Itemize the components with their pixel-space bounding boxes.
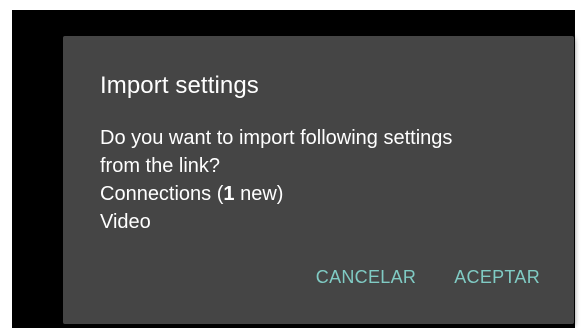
dialog-message: Do you want to import following settings… — [100, 124, 550, 236]
message-line-1: Do you want to import following settings — [100, 127, 453, 149]
message-line-2: from the link? — [100, 155, 221, 177]
cancel-button[interactable]: CANCELAR — [316, 267, 416, 288]
dialog-title: Import settings — [100, 72, 259, 99]
connections-item: Connections (1 new) — [100, 180, 550, 208]
connections-prefix: Connections ( — [100, 183, 224, 205]
dialog-actions: CANCELAR ACEPTAR — [316, 267, 540, 288]
connections-count: 1 — [223, 183, 235, 205]
accept-button[interactable]: ACEPTAR — [454, 267, 540, 288]
import-settings-dialog: Import settings Do you want to import fo… — [63, 36, 574, 324]
connections-suffix: new) — [234, 183, 284, 205]
video-item: Video — [100, 211, 151, 233]
screen-background: Import settings Do you want to import fo… — [12, 10, 575, 328]
